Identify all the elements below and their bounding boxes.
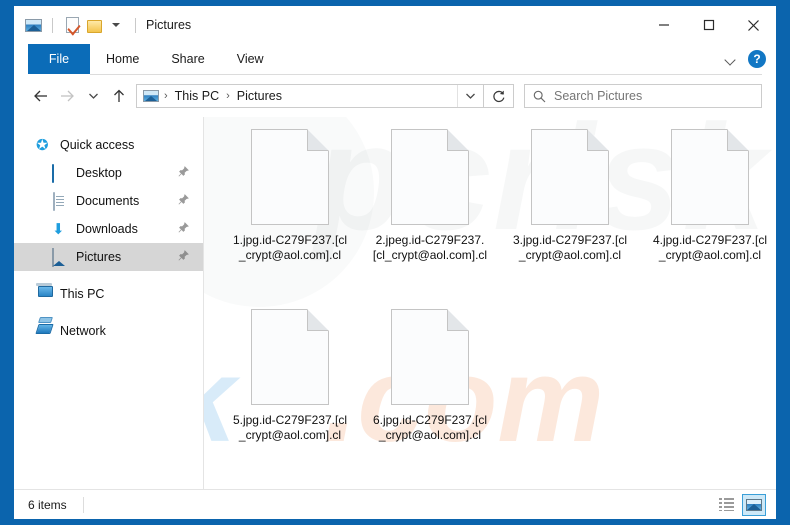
sidebar-item-label: This PC bbox=[60, 287, 105, 301]
large-icons-view-button[interactable] bbox=[742, 493, 766, 516]
arrow-right-icon bbox=[54, 83, 80, 109]
close-icon[interactable] bbox=[731, 6, 776, 44]
sidebar-item-desktop[interactable]: Desktop bbox=[14, 159, 203, 187]
breadcrumb-separator-1: › bbox=[226, 90, 230, 102]
address-bar-row: › This PC › Pictures Search Pictures bbox=[14, 75, 776, 117]
status-bar: 6 items bbox=[14, 489, 776, 519]
ribbon-right-controls: ? bbox=[725, 44, 766, 74]
ribbon-tab-strip: File Home Share View ? bbox=[14, 44, 776, 74]
sidebar-item-label: Documents bbox=[76, 194, 140, 208]
file-name-label: 6.jpg.id-C279F237.[cl_crypt@aol.com].cl bbox=[372, 413, 488, 442]
help-icon[interactable]: ? bbox=[748, 50, 766, 68]
picture-folder-icon bbox=[143, 90, 159, 102]
blank-file-icon bbox=[251, 309, 329, 405]
blank-file-icon bbox=[391, 129, 469, 225]
star-icon: ✪ bbox=[36, 137, 49, 154]
sidebar-item-label: Desktop bbox=[76, 166, 122, 180]
window-title: Pictures bbox=[146, 18, 192, 32]
sidebar-item-this-pc[interactable]: This PC bbox=[14, 280, 203, 308]
blank-file-icon bbox=[531, 129, 609, 225]
sidebar-item-documents[interactable]: Documents bbox=[14, 187, 203, 215]
address-dropdown-icon[interactable] bbox=[457, 85, 483, 107]
window-controls bbox=[641, 6, 776, 44]
tab-home[interactable]: Home bbox=[90, 44, 155, 74]
blank-file-icon bbox=[671, 129, 749, 225]
sidebar-item-network[interactable]: Network bbox=[14, 317, 203, 345]
pin-icon[interactable] bbox=[178, 248, 189, 266]
file-list-view[interactable]: pcrisk risk .com 1.jpg.id-C279F237.[cl_c… bbox=[204, 117, 776, 489]
status-divider bbox=[82, 496, 84, 513]
minimize-icon[interactable] bbox=[641, 6, 686, 44]
search-icon bbox=[533, 90, 546, 102]
file-name-label: 3.jpg.id-C279F237.[cl_crypt@aol.com].cl bbox=[512, 233, 628, 262]
toolbar-divider-2 bbox=[135, 17, 136, 33]
file-name-label: 5.jpg.id-C279F237.[cl_crypt@aol.com].cl bbox=[232, 413, 348, 442]
maximize-icon[interactable] bbox=[686, 6, 731, 44]
pictures-icon bbox=[52, 248, 69, 267]
chevron-down-icon[interactable] bbox=[105, 14, 127, 36]
pin-icon[interactable] bbox=[178, 220, 189, 238]
chevron-down-icon[interactable] bbox=[725, 56, 736, 63]
sidebar-item-quick-access[interactable]: ✪ Quick access bbox=[14, 131, 203, 159]
sidebar-item-label: Quick access bbox=[60, 138, 135, 152]
sidebar-item-label: Pictures bbox=[76, 250, 122, 264]
new-folder-icon[interactable] bbox=[83, 14, 105, 36]
downloads-icon: ⬇ bbox=[52, 221, 65, 238]
blank-file-icon bbox=[391, 309, 469, 405]
sidebar-item-pictures[interactable]: Pictures bbox=[14, 243, 203, 271]
content-split: ✪ Quick access Desktop Documents ⬇ Downl… bbox=[14, 117, 776, 489]
toolbar-divider bbox=[52, 17, 53, 33]
network-icon bbox=[36, 323, 53, 339]
details-view-button[interactable] bbox=[714, 494, 738, 516]
file-name-label: 4.jpg.id-C279F237.[cl_crypt@aol.com].cl bbox=[652, 233, 768, 262]
history-chevron-down-icon[interactable] bbox=[80, 83, 106, 109]
breadcrumb-pictures[interactable]: Pictures bbox=[235, 89, 284, 103]
file-grid: 1.jpg.id-C279F237.[cl_crypt@aol.com].cl … bbox=[204, 117, 776, 489]
breadcrumb-this-pc[interactable]: This PC bbox=[173, 89, 221, 103]
blank-file-icon bbox=[251, 129, 329, 225]
file-item[interactable]: 4.jpg.id-C279F237.[cl_crypt@aol.com].cl bbox=[640, 129, 776, 309]
file-name-label: 2.jpeg.id-C279F237.[cl_crypt@aol.com].cl bbox=[372, 233, 488, 262]
search-input[interactable]: Search Pictures bbox=[524, 84, 762, 108]
properties-icon[interactable] bbox=[61, 14, 83, 36]
pin-icon[interactable] bbox=[178, 164, 189, 182]
file-item[interactable]: 5.jpg.id-C279F237.[cl_crypt@aol.com].cl bbox=[220, 309, 360, 489]
file-item[interactable]: 6.jpg.id-C279F237.[cl_crypt@aol.com].cl bbox=[360, 309, 500, 489]
view-toggle-group bbox=[714, 493, 766, 516]
arrow-up-icon[interactable] bbox=[106, 83, 132, 109]
tab-share[interactable]: Share bbox=[155, 44, 220, 74]
sidebar-item-label: Network bbox=[60, 324, 106, 338]
breadcrumb-separator-0: › bbox=[164, 90, 168, 102]
picture-icon[interactable] bbox=[22, 14, 44, 36]
item-count-label: 6 items bbox=[28, 497, 67, 512]
file-item[interactable]: 3.jpg.id-C279F237.[cl_crypt@aol.com].cl bbox=[500, 129, 640, 309]
desktop-icon bbox=[52, 164, 69, 183]
arrow-left-icon[interactable] bbox=[28, 83, 54, 109]
quick-access-toolbar bbox=[14, 14, 144, 36]
title-bar: Pictures bbox=[14, 6, 776, 44]
sidebar-item-downloads[interactable]: ⬇ Downloads bbox=[14, 215, 203, 243]
file-explorer-window: Pictures File Home Share View ? › This P… bbox=[14, 6, 776, 519]
file-item[interactable]: 1.jpg.id-C279F237.[cl_crypt@aol.com].cl bbox=[220, 129, 360, 309]
this-pc-icon bbox=[36, 286, 53, 302]
documents-icon bbox=[52, 192, 69, 211]
address-bar[interactable]: › This PC › Pictures bbox=[136, 84, 484, 108]
file-name-label: 1.jpg.id-C279F237.[cl_crypt@aol.com].cl bbox=[232, 233, 348, 262]
tab-file[interactable]: File bbox=[28, 44, 90, 74]
tab-view[interactable]: View bbox=[221, 44, 280, 74]
pin-icon[interactable] bbox=[178, 192, 189, 210]
file-item[interactable]: 2.jpeg.id-C279F237.[cl_crypt@aol.com].cl bbox=[360, 129, 500, 309]
refresh-icon[interactable] bbox=[484, 84, 514, 108]
navigation-pane: ✪ Quick access Desktop Documents ⬇ Downl… bbox=[14, 117, 204, 489]
search-placeholder: Search Pictures bbox=[554, 89, 643, 103]
sidebar-item-label: Downloads bbox=[76, 222, 138, 236]
